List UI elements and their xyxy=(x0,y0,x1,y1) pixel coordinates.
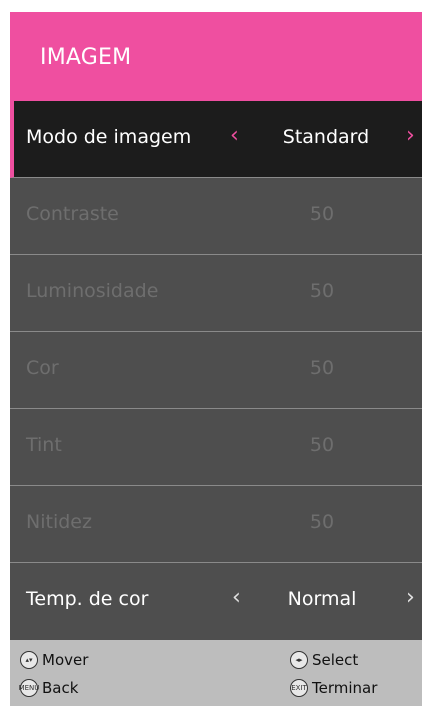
menu-item-contrast[interactable]: Contraste 50 xyxy=(10,178,422,255)
left-right-key-icon: ◂▸ xyxy=(290,651,308,669)
menu-item-picture-mode[interactable]: Modo de imagem ‹ Standard › xyxy=(10,101,422,178)
chevron-right-icon[interactable]: › xyxy=(406,125,415,147)
menu-item-value: 50 xyxy=(309,434,335,456)
hint-exit-label: Terminar xyxy=(312,679,378,697)
menu-item-color[interactable]: Cor 50 xyxy=(10,332,422,409)
chevron-left-icon[interactable]: ‹ xyxy=(230,125,239,147)
exit-key-icon: EXIT xyxy=(290,679,308,697)
hint-back: MENU Back xyxy=(19,679,79,697)
menu-item-label: Luminosidade xyxy=(26,280,159,302)
menu-item-value: 50 xyxy=(309,203,335,225)
picture-menu-panel: IMAGEM Modo de imagem ‹ Standard › Contr… xyxy=(10,12,422,706)
menu-item-label: Contraste xyxy=(26,203,119,225)
menu-item-value: 50 xyxy=(309,511,335,533)
hint-move-label: Mover xyxy=(42,651,89,669)
menu-item-label: Cor xyxy=(26,357,59,379)
menu-item-value: 50 xyxy=(309,280,335,302)
hint-back-label: Back xyxy=(42,679,79,697)
menu-key-icon: MENU xyxy=(19,679,39,697)
key-hints-bar: ▴▾ Mover ◂▸ Select MENU Back EXIT Termin… xyxy=(10,640,422,706)
menu-item-value: 50 xyxy=(309,357,335,379)
hint-select-label: Select xyxy=(312,651,359,669)
menu-item-label: Nitidez xyxy=(26,511,92,533)
menu-item-brightness[interactable]: Luminosidade 50 xyxy=(10,255,422,332)
menu-item-label: Temp. de cor xyxy=(26,588,149,610)
chevron-right-icon[interactable]: › xyxy=(406,587,415,609)
hint-move: ▴▾ Mover xyxy=(20,651,88,669)
menu-item-label: Tint xyxy=(26,434,62,456)
menu-item-value: Normal xyxy=(287,588,357,610)
menu-title: IMAGEM xyxy=(40,45,132,70)
menu-header: IMAGEM xyxy=(10,12,422,102)
up-down-key-icon: ▴▾ xyxy=(20,651,38,669)
hint-exit: EXIT Terminar xyxy=(290,679,377,697)
menu-item-sharpness[interactable]: Nitidez 50 xyxy=(10,486,422,563)
menu-item-tint[interactable]: Tint 50 xyxy=(10,409,422,486)
menu-item-color-temperature[interactable]: Temp. de cor ‹ Normal › xyxy=(10,563,422,640)
menu-item-label: Modo de imagem xyxy=(26,126,192,148)
menu-item-value: Standard xyxy=(282,126,370,148)
chevron-left-icon[interactable]: ‹ xyxy=(232,587,241,609)
hint-select: ◂▸ Select xyxy=(290,651,358,669)
